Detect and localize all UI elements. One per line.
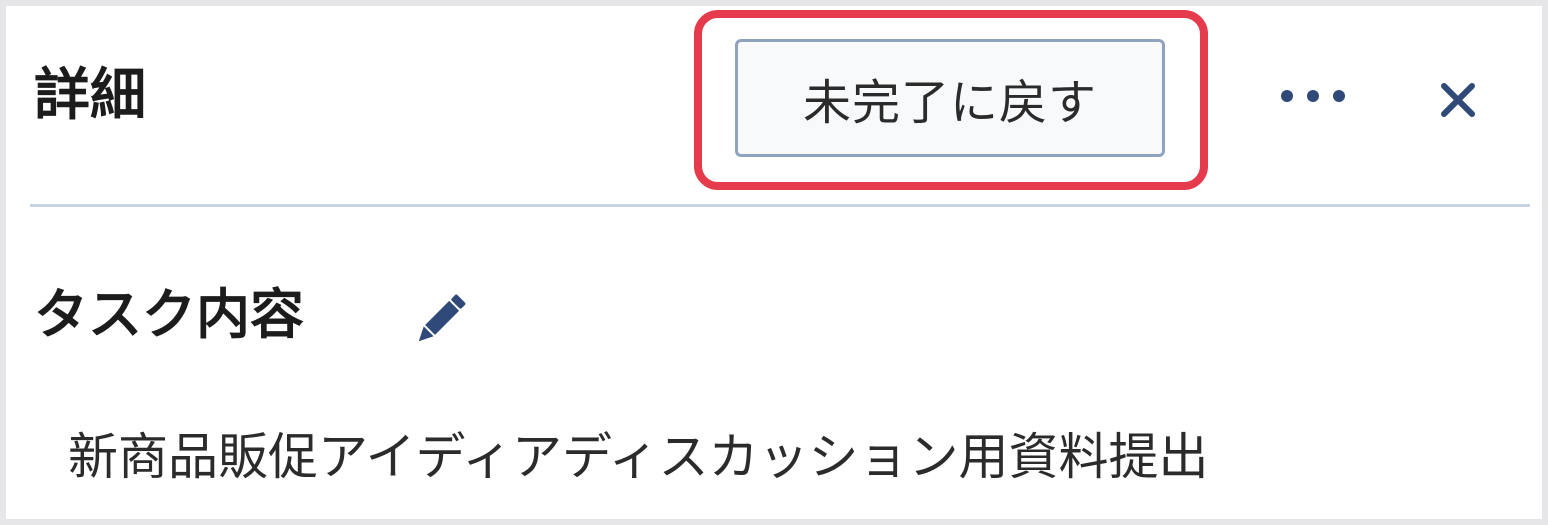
panel-header: 詳細 未完了に戻す <box>6 6 1542 206</box>
close-button[interactable] <box>1426 68 1490 132</box>
close-icon <box>1441 83 1475 117</box>
section-title: タスク内容 <box>34 283 304 346</box>
panel-title: 詳細 <box>34 63 146 128</box>
more-horizontal-icon <box>1281 90 1345 102</box>
more-options-button[interactable] <box>1268 66 1358 126</box>
revert-to-incomplete-button[interactable]: 未完了に戻す <box>735 39 1165 157</box>
header-divider <box>30 204 1530 207</box>
task-content-text: 新商品販促アイディアディスカッション用資料提出 <box>68 428 1209 486</box>
detail-panel: 詳細 未完了に戻す タスク内容 新商品販促アイディアディスカッション用資料提出 <box>6 6 1542 519</box>
edit-button[interactable] <box>408 288 472 352</box>
pencil-icon <box>418 294 466 342</box>
